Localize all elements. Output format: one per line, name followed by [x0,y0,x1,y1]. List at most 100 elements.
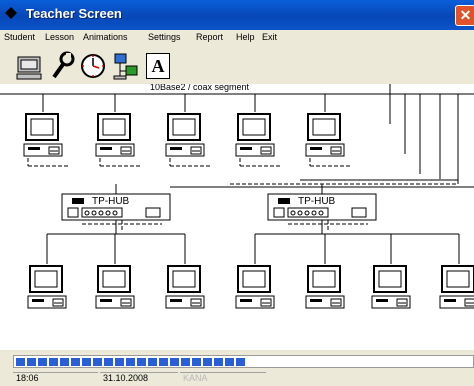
hub-led [72,198,84,204]
window-title: Teacher Screen [26,6,122,21]
screen [34,270,58,288]
progress-segment [214,358,223,366]
toolbar: A [0,48,474,84]
student-computer[interactable] [305,113,345,157]
screen [242,118,266,136]
student-computer[interactable] [23,113,63,157]
coax-segment-label: 10Base2 / coax segment [150,84,250,92]
progress-segment [137,358,146,366]
progress-segment [192,358,201,366]
progress-segment [27,358,36,366]
drive-slot [170,299,182,302]
hub-port-socket [304,210,310,216]
screen [172,118,196,136]
menu-exit[interactable]: Exit [262,32,277,42]
progress-segment [60,358,69,366]
title-bar: Teacher Screen ✕ [0,0,474,30]
tp-hub: TP-HUB [267,193,377,221]
progress-segment [82,358,91,366]
progress-segment [236,358,245,366]
progress-segment [159,358,168,366]
menu-student[interactable]: Student [4,32,35,42]
student-computer[interactable] [165,265,205,309]
student-computer[interactable] [95,265,135,309]
status-date: 31.10.2008 [100,372,178,385]
drive-slot [310,299,322,302]
drive-slot [32,299,44,302]
menu-animations[interactable]: Animations [83,32,128,42]
status-time: 18:06 [13,372,98,385]
progress-segment [93,358,102,366]
drive-slot [444,299,456,302]
hub-uplink [351,207,367,218]
progress-segment [225,358,234,366]
menu-settings[interactable]: Settings [148,32,181,42]
drive-slot [170,147,182,150]
hub-port-socket [105,210,111,216]
hub-label: TP-HUB [298,196,336,207]
drive-slot [310,147,322,150]
screen [312,118,336,136]
menu-help[interactable]: Help [236,32,255,42]
screen [378,270,402,288]
progress-segment [181,358,190,366]
hub-port-socket [311,210,317,216]
progress-segment [126,358,135,366]
student-computer[interactable] [95,113,135,157]
hub-port-socket [91,210,97,216]
screen [312,270,336,288]
network-diagram-svg: 10Base2 / coax segment TP-HUB TP-HUB [0,84,474,309]
hub-port-socket [290,210,296,216]
hub-port-socket [112,210,118,216]
progress-segment [49,358,58,366]
progress-segment [38,358,47,366]
menu-report[interactable]: Report [196,32,223,42]
status-mode: KANA [180,372,266,385]
app-icon [5,7,17,19]
screen [102,118,126,136]
student-computer[interactable] [305,265,345,309]
progress-bar [13,355,474,368]
progress-segment [16,358,25,366]
student-computer[interactable] [165,113,205,157]
student-computer[interactable] [27,265,67,309]
screen [242,270,266,288]
computer-icon[interactable] [16,51,42,81]
progress-segment [115,358,124,366]
hub-port-socket [98,210,104,216]
progress-segment [203,358,212,366]
screen [102,270,126,288]
text-tool-icon[interactable]: A [146,53,170,79]
clock-icon[interactable] [80,51,106,81]
progress-segment [104,358,113,366]
screen [446,270,470,288]
wrench-icon[interactable] [49,51,75,81]
network-computers-icon[interactable] [113,51,139,81]
drive-slot [100,299,112,302]
hub-port [67,207,79,218]
hub-port-socket [297,210,303,216]
progress-segment [71,358,80,366]
student-computer[interactable] [235,113,275,157]
close-button[interactable]: ✕ [455,5,474,26]
drive-slot [28,147,40,150]
screen [172,270,196,288]
network-diagram: 10Base2 / coax segment TP-HUB TP-HUB [0,84,474,350]
hub-port-socket [84,210,90,216]
text-tool-glyph: A [151,56,165,76]
tp-hub: TP-HUB [61,193,171,221]
screen [30,118,54,136]
status-bar: 18:06 31.10.2008 KANA [0,350,474,386]
drive-slot [376,299,388,302]
hub-port [273,207,285,218]
student-computer[interactable] [235,265,275,309]
hub-led [278,198,290,204]
progress-segment [170,358,179,366]
hub-label: TP-HUB [92,196,130,207]
drive-slot [240,147,252,150]
student-computer[interactable] [439,265,474,309]
drive-slot [100,147,112,150]
student-computer[interactable] [371,265,411,309]
hub-port-socket [318,210,324,216]
menu-lesson[interactable]: Lesson [45,32,74,42]
